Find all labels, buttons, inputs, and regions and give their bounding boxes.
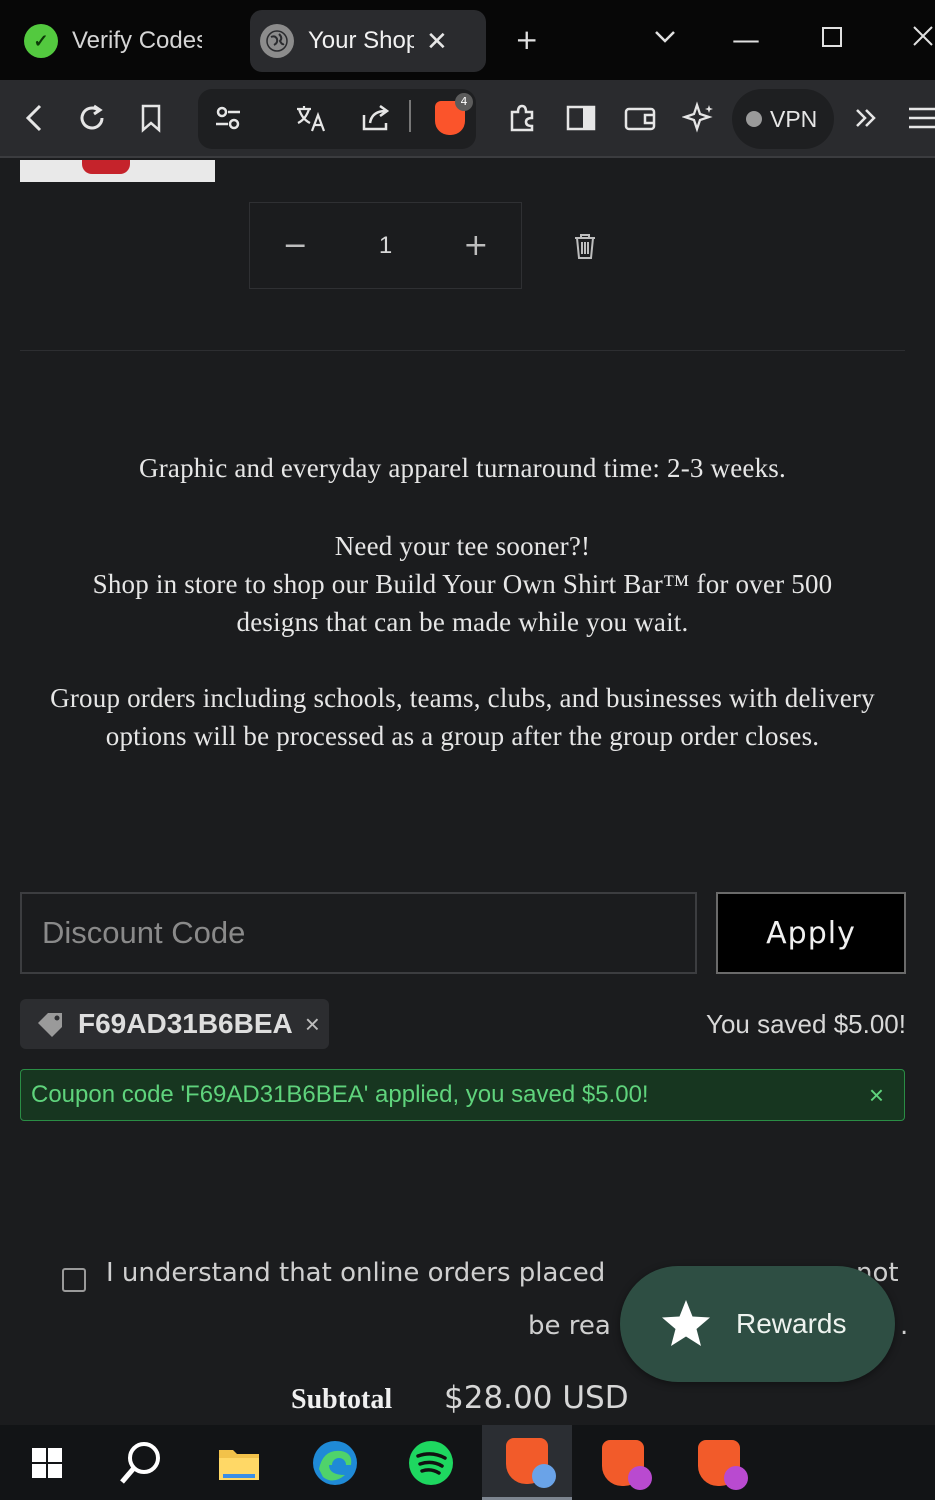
brave-browser-task[interactable] (578, 1425, 668, 1500)
agreement-text-line1: I understand that online orders placed no… (106, 1258, 899, 1288)
brave-shields-button[interactable]: 4 (430, 93, 473, 138)
tab-close-icon[interactable]: ✕ (426, 26, 448, 57)
tab-your-shop[interactable]: Your Shop ✕ (250, 10, 486, 72)
cart-divider (20, 350, 905, 351)
sidebar-toggle-icon[interactable] (563, 98, 599, 138)
tag-icon (38, 1013, 62, 1037)
discount-code-input[interactable] (20, 892, 697, 974)
quantity-value[interactable]: 1 (340, 232, 430, 260)
more-extensions-chevron-icon[interactable] (850, 98, 882, 138)
wallet-icon[interactable] (621, 98, 659, 138)
leo-ai-sparkle-icon[interactable] (680, 98, 718, 138)
vpn-label: VPN (770, 105, 818, 132)
brave-browser-task-active[interactable] (482, 1425, 572, 1500)
sooner-title: Need your tee sooner?! (334, 531, 591, 561)
vpn-status-icon (746, 111, 762, 127)
coupon-success-alert: Coupon code 'F69AD31B6BEA' applied, you … (20, 1069, 905, 1121)
close-window-button[interactable] (910, 22, 935, 58)
rewards-launcher-button[interactable]: Rewards (620, 1266, 895, 1382)
browser-toolbar: 4 VPN (0, 80, 935, 158)
shield-count-badge: 4 (455, 93, 473, 111)
translate-icon[interactable] (292, 98, 330, 138)
share-icon[interactable] (358, 98, 396, 138)
brave-browser-task[interactable] (674, 1425, 764, 1500)
search-icon[interactable] (96, 1425, 186, 1500)
turnaround-notice: Graphic and everyday apparel turnaround … (139, 453, 786, 483)
remove-coupon-button[interactable]: × (305, 1009, 320, 1040)
brave-shield-icon: 4 (435, 93, 473, 135)
savings-text: You saved $5.00! (706, 1009, 906, 1039)
browser-tab-strip: ✓ Verify Codes – Your Shop ✕ + — (0, 0, 935, 80)
brave-icon (506, 1438, 556, 1488)
applied-coupon-code: F69AD31B6BEA (78, 1008, 293, 1039)
spotify-icon[interactable] (386, 1425, 476, 1500)
cart-page: − 1 + Graphic and everyday apparel turna… (0, 160, 935, 1425)
product-image-detail (82, 160, 130, 174)
remove-item-trash-icon[interactable] (572, 232, 598, 260)
site-settings-icon[interactable] (210, 98, 246, 138)
coupon-success-message: Coupon code 'F69AD31B6BEA' applied, you … (31, 1081, 649, 1108)
agreement-checkbox[interactable] (62, 1268, 86, 1292)
agreement-text-line2: be rea. (528, 1311, 909, 1341)
extensions-puzzle-icon[interactable] (503, 98, 541, 138)
star-icon (662, 1300, 710, 1346)
maximize-button[interactable] (820, 22, 844, 58)
toolbar-separator (409, 100, 411, 132)
rewards-label: Rewards (736, 1308, 847, 1339)
brave-icon (698, 1439, 748, 1490)
tab-verify-codes[interactable]: ✓ Verify Codes – (14, 10, 240, 72)
brave-icon (602, 1439, 652, 1490)
dismiss-alert-button[interactable]: × (869, 1080, 884, 1111)
apply-discount-button[interactable]: Apply (716, 892, 906, 974)
sooner-body: Shop in store to shop our Build Your Own… (92, 569, 833, 637)
globe-icon (260, 24, 294, 58)
tab-label: Your Shop (308, 27, 414, 54)
subtotal-value: $28.00 USD (444, 1380, 629, 1416)
windows-start-icon[interactable] (2, 1425, 92, 1500)
applied-coupon-chip: F69AD31B6BEA × (20, 999, 329, 1049)
product-thumbnail[interactable] (20, 160, 215, 182)
windows-taskbar (0, 1425, 935, 1500)
vpn-button[interactable]: VPN (732, 89, 834, 149)
tab-label: Verify Codes – (72, 27, 202, 54)
quantity-decrement-button[interactable]: − (250, 228, 340, 263)
back-arrow-icon[interactable] (18, 98, 50, 138)
menu-hamburger-icon[interactable] (905, 98, 935, 138)
minimize-button[interactable]: — (732, 22, 760, 58)
tab-search-chevron-icon[interactable] (652, 22, 678, 58)
quantity-stepper: − 1 + (249, 202, 522, 289)
edge-browser-icon[interactable] (290, 1425, 380, 1500)
verify-codes-favicon-icon: ✓ (24, 24, 58, 58)
quantity-increment-button[interactable]: + (431, 228, 521, 263)
group-orders-notice: Group orders including schools, teams, c… (50, 683, 875, 751)
file-explorer-icon[interactable] (194, 1425, 284, 1500)
bookmark-icon[interactable] (134, 98, 168, 138)
new-tab-button[interactable]: + (515, 22, 538, 58)
reload-icon[interactable] (74, 98, 110, 138)
subtotal-label: Subtotal (291, 1384, 393, 1415)
